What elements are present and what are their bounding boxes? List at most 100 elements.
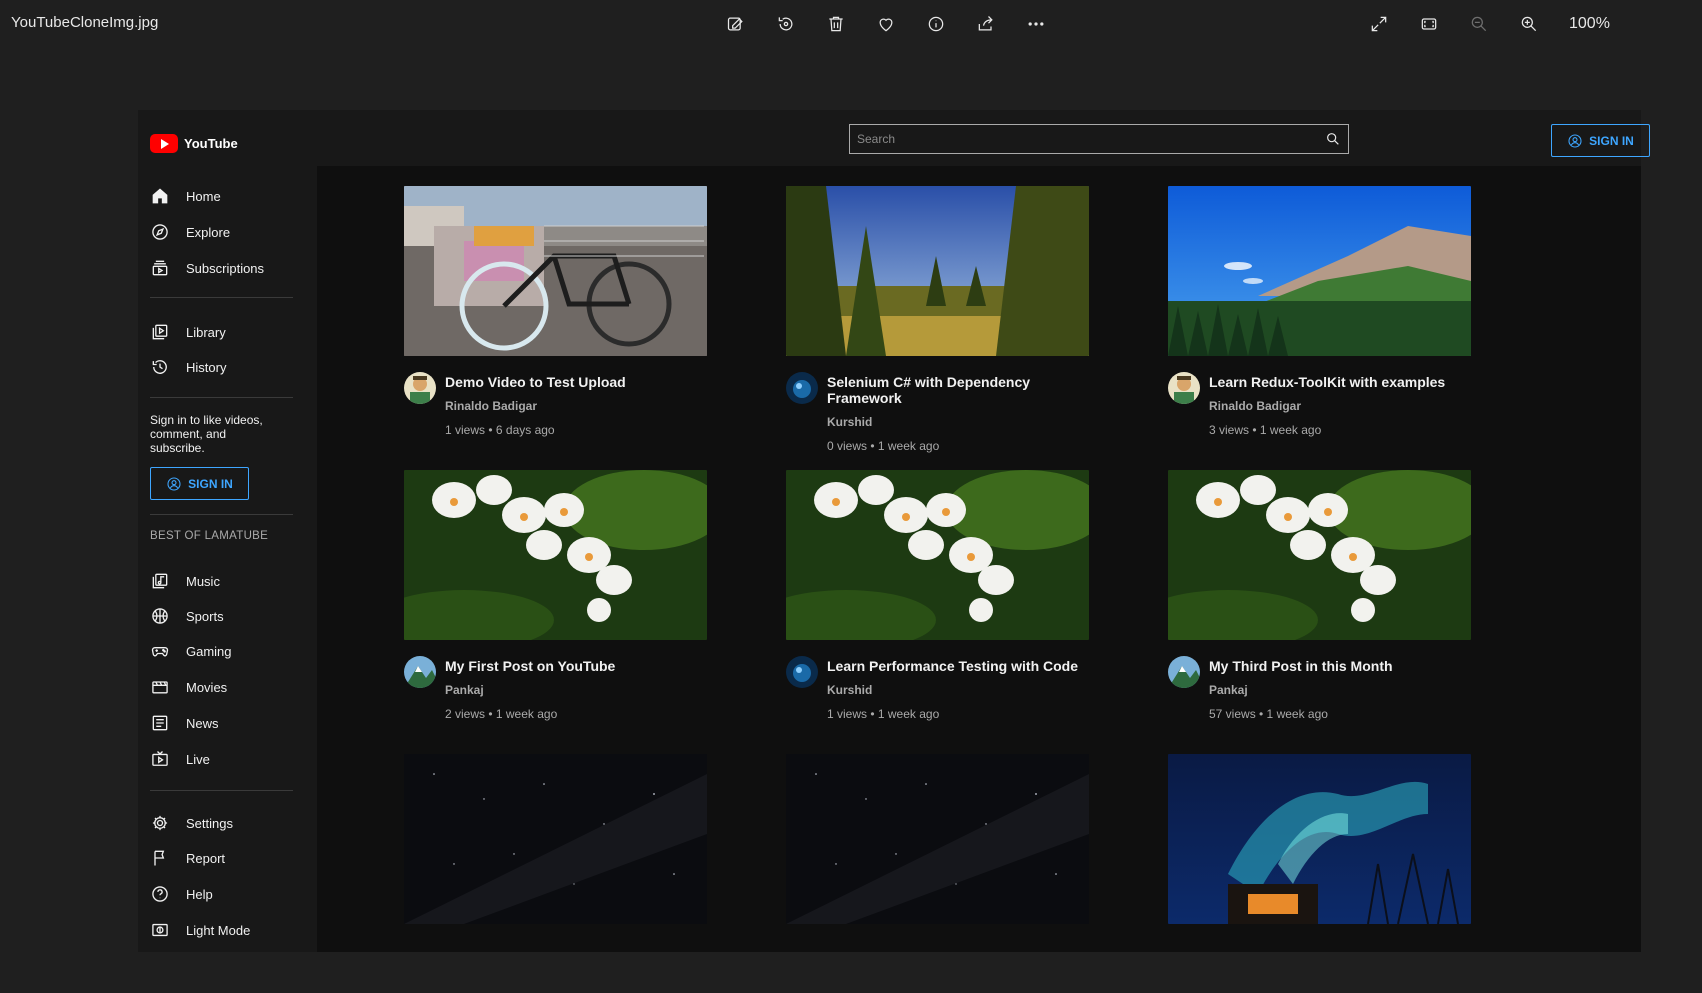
gear-icon [152,815,168,831]
video-title[interactable]: Learn Performance Testing with Code [827,658,1078,674]
search-bar [849,124,1349,154]
sidebar-item-news[interactable]: News [150,713,219,733]
fullscreen-expand-icon[interactable] [1365,10,1393,38]
sidebar-signin-button[interactable]: SIGN IN [150,467,249,500]
sidebar-item-label: Gaming [186,643,232,659]
sidebar: YouTube Home Explore Subscriptions Libra… [138,110,317,952]
sidebar-item-settings[interactable]: Settings [150,813,233,833]
video-title[interactable]: My Third Post in this Month [1209,658,1393,674]
sidebar-item-light-mode[interactable]: Light Mode [150,920,250,940]
compass-icon [152,224,168,240]
fit-to-window-icon[interactable] [1415,10,1443,38]
sidebar-item-label: Sports [186,608,224,624]
video-thumbnail[interactable] [786,186,1089,356]
zoom-level: 100% [1569,15,1610,32]
sidebar-item-subscriptions[interactable]: Subscriptions [150,258,264,278]
movie-clapper-icon [152,681,168,694]
video-title[interactable]: Selenium C# with Dependency Framework [827,374,1089,406]
channel-name[interactable]: Kurshid [827,415,1089,429]
video-thumbnail[interactable] [1168,470,1471,640]
image-viewer-toolbar: YouTubeCloneImg.jpg 100% [0,0,1702,48]
signin-label: SIGN IN [188,476,233,491]
channel-name[interactable]: Kurshid [827,683,1078,697]
video-card[interactable]: Learn Performance Testing with Code Kurs… [786,470,1089,721]
sidebar-item-sports[interactable]: Sports [150,606,224,626]
rotate-icon[interactable] [772,10,800,38]
search-icon[interactable] [1318,131,1348,147]
sidebar-item-report[interactable]: Report [150,848,225,868]
header-signin-button[interactable]: SIGN IN [1551,124,1650,157]
video-stats: 2 views • 1 week ago [445,707,558,721]
sidebar-item-label: Live [186,751,210,767]
youtube-clone-app: YouTube Home Explore Subscriptions Libra… [138,110,1650,952]
sidebar-item-live[interactable]: Live [150,749,210,769]
sidebar-item-music[interactable]: Music [150,571,220,591]
sidebar-item-label: Music [186,573,220,589]
video-card[interactable]: Learn Redux-ToolKit with examples Rinald… [1168,186,1471,437]
search-input[interactable] [850,125,1318,153]
sidebar-item-home[interactable]: Home [150,186,221,206]
live-tv-icon [152,751,168,766]
video-thumbnail[interactable] [404,186,707,356]
sidebar-item-help[interactable]: Help [150,884,213,904]
sidebar-divider [150,514,293,515]
video-title[interactable]: Learn Redux-ToolKit with examples [1209,374,1445,390]
video-grid: Demo Video to Test Upload Rinaldo Badiga… [317,166,1641,952]
youtube-logo-icon [150,134,178,153]
video-thumbnail[interactable] [1168,186,1471,356]
channel-name[interactable]: Rinaldo Badigar [445,399,626,413]
history-icon [152,360,167,374]
sidebar-divider [150,790,293,791]
video-card[interactable] [786,754,1089,924]
channel-avatar[interactable] [1168,656,1200,688]
video-thumbnail[interactable] [404,754,707,924]
video-thumbnail[interactable] [786,470,1089,640]
video-thumbnail[interactable] [404,470,707,640]
sidebar-item-history[interactable]: History [150,357,226,377]
signin-label: SIGN IN [1589,133,1634,148]
theme-toggle-icon [152,923,168,937]
video-thumbnail[interactable] [1168,754,1471,924]
channel-avatar[interactable] [404,656,436,688]
signin-prompt: Sign in to like videos, comment, and sub… [150,413,263,455]
share-icon[interactable] [972,10,1000,38]
edit-image-icon[interactable] [722,10,750,38]
sidebar-divider [150,397,293,398]
video-thumbnail[interactable] [786,754,1089,924]
channel-avatar[interactable] [786,656,818,688]
home-icon [152,188,168,204]
video-card[interactable]: My First Post on YouTube Pankaj 2 views … [404,470,707,721]
video-title[interactable]: My First Post on YouTube [445,658,615,674]
brand-name: YouTube [184,136,238,151]
video-card[interactable]: Demo Video to Test Upload Rinaldo Badiga… [404,186,707,437]
sidebar-item-gaming[interactable]: Gaming [150,641,232,661]
sidebar-item-label: Library [186,324,226,340]
video-card[interactable]: My Third Post in this Month Pankaj 57 vi… [1168,470,1471,721]
sidebar-item-label: Home [186,188,221,204]
channel-avatar[interactable] [786,372,818,404]
viewer-zoom-controls: 100% [1365,10,1610,38]
info-icon[interactable] [922,10,950,38]
favorite-heart-icon[interactable] [872,10,900,38]
delete-icon[interactable] [822,10,850,38]
sidebar-item-label: Movies [186,679,228,695]
zoom-out-icon[interactable] [1465,10,1493,38]
channel-name[interactable]: Pankaj [1209,683,1393,697]
video-card[interactable]: Selenium C# with Dependency Framework Ku… [786,186,1089,453]
sidebar-item-explore[interactable]: Explore [150,222,230,242]
sidebar-item-label: Report [186,850,226,866]
video-title[interactable]: Demo Video to Test Upload [445,374,626,390]
sidebar-item-movies[interactable]: Movies [150,677,227,697]
library-icon [152,324,168,340]
zoom-in-icon[interactable] [1515,10,1543,38]
logo[interactable]: YouTube [150,134,238,153]
more-options-icon[interactable] [1022,10,1050,38]
channel-avatar[interactable] [1168,372,1200,404]
channel-name[interactable]: Pankaj [445,683,615,697]
sidebar-item-library[interactable]: Library [150,322,226,342]
channel-name[interactable]: Rinaldo Badigar [1209,399,1445,413]
sidebar-item-label: Help [186,886,213,902]
video-card[interactable] [404,754,707,924]
video-card[interactable] [1168,754,1471,924]
channel-avatar[interactable] [404,372,436,404]
